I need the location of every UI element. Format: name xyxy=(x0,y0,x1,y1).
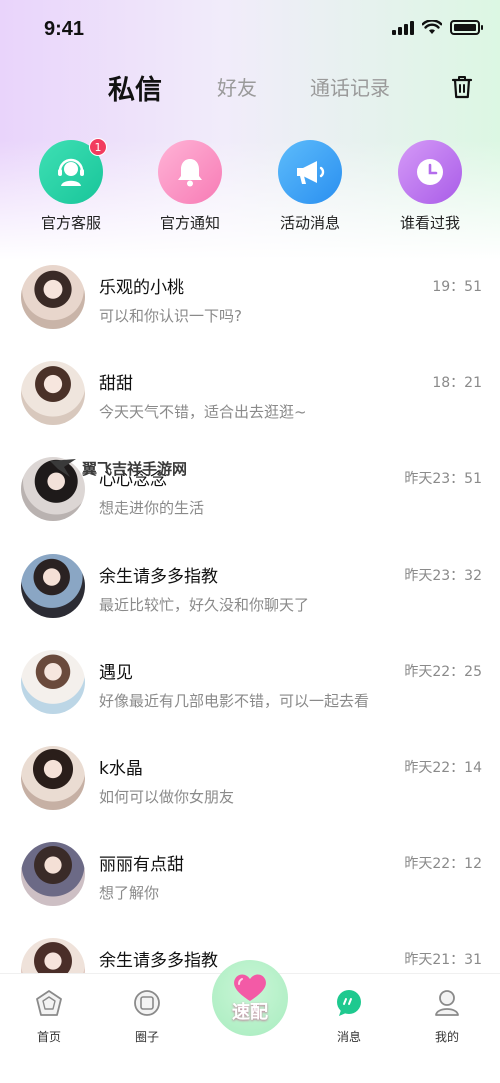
contact-name: 余生请多多指教 xyxy=(99,951,218,972)
contact-name: 余生请多多指教 xyxy=(99,566,218,587)
contact-name: 丽丽有点甜 xyxy=(99,855,184,876)
chat-bubble-icon xyxy=(337,990,361,1016)
clock-icon xyxy=(398,140,462,204)
customer-service-icon: 1 xyxy=(39,138,107,204)
shortcut-activity-messages[interactable]: 活动消息 xyxy=(250,140,370,233)
contact-name: 遇见 xyxy=(99,662,133,683)
status-bar: 9:41 xyxy=(0,0,500,60)
message-preview: 想走进你的生活 xyxy=(99,499,205,518)
message-time: 19：51 xyxy=(432,279,482,295)
circle-icon xyxy=(134,990,160,1016)
conversation-list: 乐观的小桃 可以和你认识一下吗? 19：51 甜甜 今天天气不错，适合出去逛逛~… xyxy=(0,255,500,973)
avatar[interactable] xyxy=(21,265,85,329)
message-preview: 最近比较忙，好久没和你聊天了 xyxy=(99,595,310,614)
avatar[interactable] xyxy=(21,938,85,973)
avatar[interactable] xyxy=(21,649,85,714)
avatar[interactable] xyxy=(21,842,85,907)
message-time: 昨天23：32 xyxy=(404,567,482,584)
shortcut-who-viewed-me[interactable]: 谁看过我 xyxy=(370,140,490,233)
megaphone-icon xyxy=(278,140,342,204)
avatar[interactable] xyxy=(21,553,85,618)
contact-name: 甜甜 xyxy=(99,374,133,395)
tab-call-history[interactable]: 通话记录 xyxy=(310,72,390,101)
bell-icon xyxy=(158,140,222,204)
message-time: 昨天23：51 xyxy=(404,471,482,488)
signal-icon xyxy=(392,20,414,35)
bottom-navigation: 首页 圈子 速配 消息 我的 xyxy=(0,960,500,1083)
nav-label: 圈子 xyxy=(134,1030,159,1044)
wifi-icon xyxy=(422,20,442,34)
conversation-row[interactable]: 甜甜 今天天气不错，适合出去逛逛~ 18：21 xyxy=(0,351,500,447)
shortcut-official-notice[interactable]: 官方通知 xyxy=(130,140,250,233)
message-tabs: 私信 好友 通话记录 xyxy=(0,62,500,114)
message-preview: 好像最近有几部电影不错，可以一起去看 xyxy=(99,691,370,710)
watermark: 翼飞吉祥手游网 xyxy=(48,457,187,479)
message-preview: 想了解你 xyxy=(99,884,160,903)
quick-match-label: 速配 xyxy=(232,1002,268,1023)
conversation-row[interactable]: 丽丽有点甜 想了解你 昨天22：12 xyxy=(0,832,500,928)
quick-match-button[interactable]: 速配 xyxy=(212,960,288,1036)
message-preview: 可以和你认识一下吗? xyxy=(99,307,242,325)
battery-icon xyxy=(450,20,483,35)
conversation-row[interactable]: 余生请多多指教 最近比较忙，好久没和你聊天了 昨天23：32 xyxy=(0,544,500,640)
watermark-text: 翼飞吉祥手游网 xyxy=(82,459,188,478)
message-preview: 今天天气不错，适合出去逛逛~ xyxy=(99,403,307,422)
home-icon xyxy=(36,990,62,1016)
shortcut-label: 活动消息 xyxy=(279,214,340,232)
tab-friends[interactable]: 好友 xyxy=(217,72,257,101)
nav-label: 消息 xyxy=(336,1030,361,1044)
message-time: 昨天22：12 xyxy=(404,856,482,873)
shortcut-label: 官方客服 xyxy=(40,214,101,232)
message-time: 昨天22：14 xyxy=(404,759,482,776)
conversation-row[interactable]: 乐观的小桃 可以和你认识一下吗? 19：51 xyxy=(0,255,500,351)
nav-circle[interactable]: 圈子 xyxy=(107,988,187,1045)
message-time: 昨天22：25 xyxy=(404,663,482,680)
conversation-row[interactable]: k水晶 如何可以做你女朋友 昨天22：14 xyxy=(0,736,500,832)
message-time: 昨天21：31 xyxy=(404,952,482,969)
status-icons xyxy=(392,20,483,35)
message-time: 18：21 xyxy=(432,375,482,392)
nav-home[interactable]: 首页 xyxy=(9,988,89,1045)
shortcut-row: 1 官方客服 官方通知 活动消息 谁看过我 xyxy=(0,138,500,240)
message-preview: 如何可以做你女朋友 xyxy=(99,787,235,806)
avatar[interactable] xyxy=(21,361,85,426)
shortcut-label: 官方通知 xyxy=(159,214,220,232)
tab-private-messages[interactable]: 私信 xyxy=(108,68,162,107)
contact-name: 乐观的小桃 xyxy=(99,278,184,298)
contact-name: k水晶 xyxy=(99,758,143,779)
conversation-row[interactable]: 遇见 好像最近有几部电影不错，可以一起去看 昨天22：25 xyxy=(0,640,500,736)
nav-me[interactable]: 我的 xyxy=(407,988,487,1045)
shortcut-customer-service[interactable]: 1 官方客服 xyxy=(11,138,131,233)
notification-badge: 1 xyxy=(89,138,107,156)
nav-label: 首页 xyxy=(36,1030,61,1044)
watermark-logo-icon xyxy=(50,459,76,477)
nav-label: 我的 xyxy=(434,1030,459,1044)
avatar[interactable] xyxy=(21,745,85,810)
status-time: 9:41 xyxy=(44,18,85,40)
trash-icon[interactable] xyxy=(450,74,474,100)
shortcut-label: 谁看过我 xyxy=(399,214,460,232)
profile-icon xyxy=(435,990,459,1016)
nav-messages[interactable]: 消息 xyxy=(309,988,389,1045)
